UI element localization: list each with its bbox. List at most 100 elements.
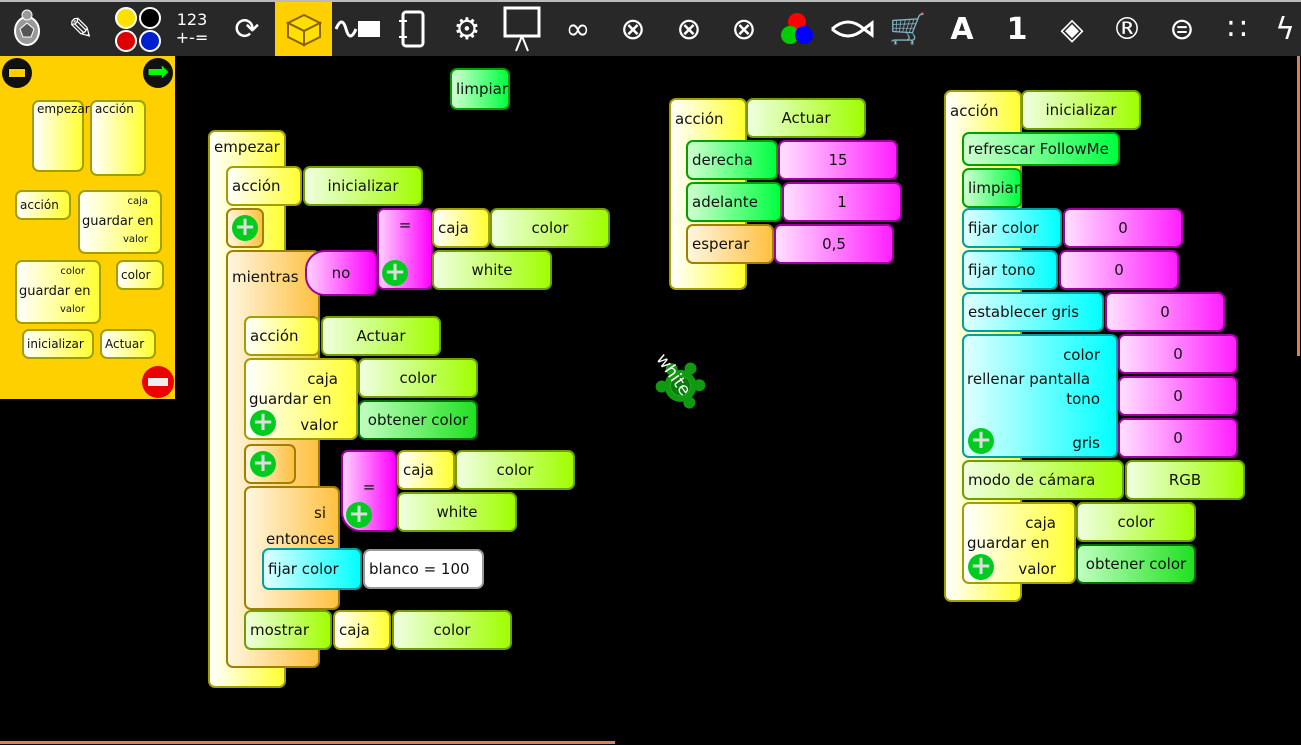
butia-c-icon[interactable]: ⊗ <box>717 2 771 56</box>
butia-icon[interactable]: ⊗ <box>606 2 660 56</box>
guardar-en-block[interactable]: caja guardar en valor + <box>962 502 1076 584</box>
equal-block[interactable]: = + <box>377 208 433 290</box>
rellenar-pantalla-block[interactable]: color rellenar pantalla tono gris + <box>962 334 1118 458</box>
rellenar-tono-value[interactable]: 0 <box>1118 376 1238 416</box>
rellenar-color-value[interactable]: 0 <box>1118 334 1238 374</box>
palette-guardar-color[interactable]: color guardar en valor <box>15 260 101 324</box>
accion-call-block[interactable]: acción <box>244 316 320 356</box>
fijar-tono-value[interactable]: 0 <box>1059 250 1179 290</box>
guardar-en-block[interactable]: caja guardar en valor + <box>244 358 358 440</box>
caja-label: caja <box>1025 514 1056 532</box>
limpiar-block[interactable]: limpiar <box>962 168 1022 208</box>
palette-inicializar[interactable]: inicializar <box>22 329 94 359</box>
guardar-label: guardar en <box>19 284 91 299</box>
box-name[interactable]: color <box>1076 502 1196 542</box>
accion-block[interactable]: acción <box>226 166 302 206</box>
caja-label: caja <box>307 370 338 388</box>
equal-icon[interactable]: ⊜ <box>1155 2 1209 56</box>
cart-icon[interactable]: 🛒 <box>881 2 935 56</box>
caja-block[interactable]: caja <box>432 208 490 248</box>
plus-icon[interactable]: + <box>232 214 258 241</box>
plus-icon[interactable]: + <box>250 450 276 477</box>
plus-icon[interactable]: + <box>250 409 276 436</box>
derecha-block[interactable]: derecha <box>686 140 778 180</box>
palette-accion-stack[interactable]: acción <box>90 100 146 176</box>
refrescar-followme-block[interactable]: refrescar FollowMe <box>962 132 1120 166</box>
palette-accion[interactable]: acción <box>15 190 71 220</box>
box-name[interactable]: color <box>358 358 478 398</box>
followme-a-icon[interactable]: A <box>935 2 989 56</box>
no-block[interactable]: no <box>305 250 377 296</box>
palette-guardar-en[interactable]: caja guardar en valor <box>78 190 162 254</box>
palette-collapse-button[interactable] <box>2 58 32 88</box>
modo-camara-block[interactable]: modo de cámara <box>962 460 1124 500</box>
followme-1-icon[interactable]: 1 <box>990 2 1044 56</box>
plus-icon[interactable]: + <box>968 553 994 580</box>
fijar-color-block[interactable]: fijar color <box>262 548 362 590</box>
fish-icon[interactable] <box>826 2 880 56</box>
accion-name[interactable]: Actuar <box>746 98 866 138</box>
palette-next-button[interactable]: ➡ <box>143 58 173 88</box>
r-icon[interactable]: ® <box>1100 2 1154 56</box>
accion-name[interactable]: inicializar <box>1021 90 1141 130</box>
plus-icon[interactable]: + <box>968 427 994 454</box>
sensors-icon[interactable] <box>332 2 386 56</box>
rgb-icon[interactable] <box>770 2 824 56</box>
blocks-icon[interactable] <box>275 2 332 56</box>
blanco-value[interactable]: blanco = 100 <box>363 549 484 589</box>
si-label: si <box>314 504 326 522</box>
accion-name[interactable]: inicializar <box>303 166 423 206</box>
box-name[interactable]: color <box>490 208 610 248</box>
mostrar-block[interactable]: mostrar <box>244 610 332 650</box>
palette-actuar[interactable]: Actuar <box>100 329 156 359</box>
media-icon[interactable] <box>385 2 439 56</box>
esperar-value[interactable]: 0,5 <box>774 224 894 264</box>
plus-icon[interactable]: + <box>382 259 408 286</box>
right-scrollbar[interactable] <box>1297 56 1300 356</box>
adelante-block[interactable]: adelante <box>686 182 782 222</box>
box-name[interactable]: color <box>455 450 575 490</box>
rellenar-gris-value[interactable]: 0 <box>1118 418 1238 458</box>
fijar-color-value[interactable]: 0 <box>1063 208 1183 248</box>
obtener-color-block[interactable]: obtener color <box>1076 544 1196 584</box>
derecha-value[interactable]: 15 <box>778 140 898 180</box>
accion-call-name[interactable]: Actuar <box>321 316 441 356</box>
string-value[interactable]: white <box>432 250 552 290</box>
palette-remove-button[interactable] <box>142 366 174 398</box>
establecer-gris-block[interactable]: establecer gris <box>962 292 1104 332</box>
obtener-color-block[interactable]: obtener color <box>358 400 478 440</box>
palette-color[interactable]: color <box>116 260 164 290</box>
flow-icon[interactable]: ⟳ <box>220 2 274 56</box>
caja-block[interactable]: caja <box>397 450 455 490</box>
rellenar-label: rellenar pantalla <box>967 370 1091 388</box>
bottom-scrollbar[interactable] <box>0 741 615 744</box>
establecer-gris-value[interactable]: 0 <box>1105 292 1225 332</box>
caja-block[interactable]: caja <box>333 610 391 650</box>
color-label: color <box>1063 346 1100 364</box>
presentation-icon[interactable] <box>495 2 549 56</box>
pen-icon[interactable]: ✎ <box>54 2 108 56</box>
colors-icon[interactable] <box>110 2 164 56</box>
box-name[interactable]: color <box>392 610 512 650</box>
fijar-tono-block[interactable]: fijar tono <box>962 250 1058 290</box>
plus-block[interactable]: + <box>226 208 264 248</box>
tono-label: tono <box>1066 390 1100 408</box>
arduino-icon[interactable]: ∞ <box>551 2 605 56</box>
adelante-value[interactable]: 1 <box>782 182 902 222</box>
modo-camara-value[interactable]: RGB <box>1125 460 1245 500</box>
plus-block[interactable]: + <box>244 444 296 484</box>
limpiar-block[interactable]: limpiar <box>450 68 510 110</box>
turtle-icon[interactable] <box>0 2 54 56</box>
dots-icon[interactable]: ∷ <box>1210 2 1264 56</box>
string-value[interactable]: white <box>397 492 517 532</box>
diamond-icon[interactable]: ◈ <box>1045 2 1099 56</box>
extras-icon[interactable]: ⚙ <box>440 2 494 56</box>
x-wave-icon[interactable]: ϟ <box>1258 2 1301 56</box>
palette-empezar[interactable]: empezar <box>32 100 90 172</box>
butia-e-icon[interactable]: ⊗ <box>662 2 716 56</box>
numbers-icon[interactable]: 123 +-= <box>165 2 219 56</box>
esperar-block[interactable]: esperar <box>686 224 774 264</box>
fijar-color-block[interactable]: fijar color <box>962 208 1062 248</box>
plus-icon[interactable]: + <box>346 501 372 528</box>
equal-block[interactable]: = + <box>341 450 397 532</box>
